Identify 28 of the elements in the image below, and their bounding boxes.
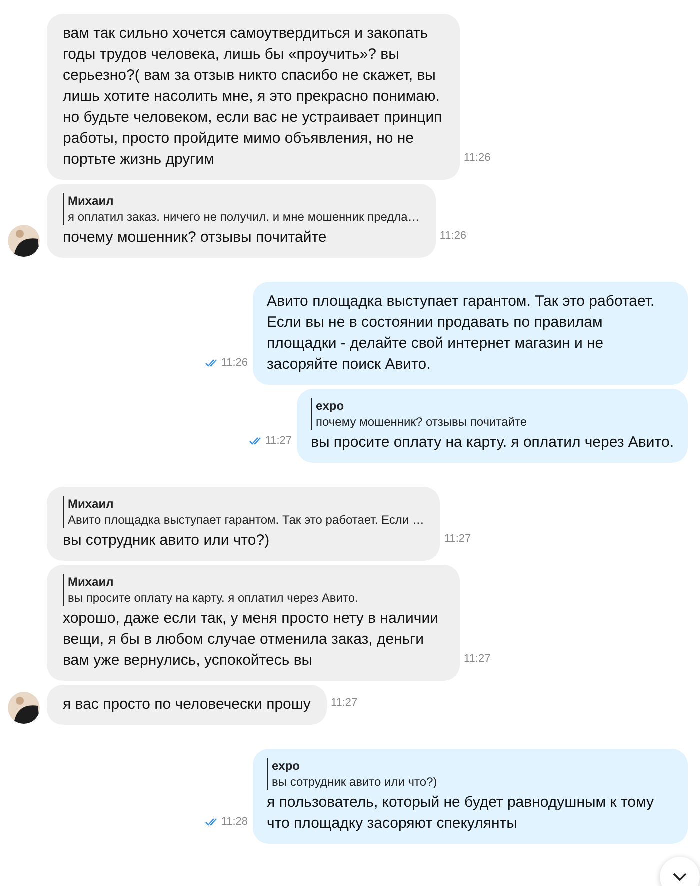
message-text: вы просите оплату на карту. я оплатил через Авито. <box>311 433 674 453</box>
message-time: 11:26 <box>464 150 491 166</box>
quoted-text: вы просите оплату на карту. я оплатил через Авито. <box>68 590 360 606</box>
quoted-text: Авито площадка выступает гарантом. Так это работает. Если … <box>68 512 424 528</box>
message-time: 11:26 <box>221 356 248 370</box>
message-text: почему мошенник? отзывы почитайте <box>63 228 328 248</box>
message-time: 11:27 <box>444 532 472 546</box>
message-text: вам так сильно хочется самоутвердиться и закопать годы трудов человека, лишь бы «проучить»? вы серьезно?( вам за отзыв никто спасибо не скажет, вы лишь хотите насолить мне, я это прекрасно понимаю. но будьте человеком, если вас не устраивает принцип работы, просто пройдите мимо объявления, но не портьте жизнь другим <box>63 24 444 170</box>
message-text: вы сотрудник авито или что?) <box>63 531 271 551</box>
message-text: я пользователь, который не будет равнодушным к тому что площадку засоряют спекулянты <box>267 793 655 834</box>
quote-author: Михаил <box>68 496 115 512</box>
quote-author: Михаил <box>68 193 115 209</box>
message-time: 11:26 <box>440 228 467 244</box>
scroll-down-button[interactable] <box>660 857 700 886</box>
quoted-text: почему мошенник? отзывы почитайте <box>316 414 528 430</box>
message-time: 11:27 <box>330 696 358 710</box>
message-time: 11:27 <box>464 652 491 666</box>
chevron-down-icon <box>673 873 687 881</box>
quoted-text: вы сотрудник авито или что?) <box>272 774 438 790</box>
message-text: я вас просто по человечески прошу <box>63 695 311 715</box>
quote-author: expo <box>272 758 302 774</box>
quote-author: expo <box>316 398 346 414</box>
message-time: 11:28 <box>221 814 248 830</box>
message-text: Авито площадка выступает гарантом. Так это работает. Если вы не в состоянии продавать по правилам площадки - делайте свой интернет магазин и не засоряйте поиск Авито. <box>267 292 656 375</box>
quoted-text: я оплатил заказ. ничего не получил. и мне мошенник предла… <box>68 209 420 225</box>
message-text: хорошо, даже если так, у меня просто нету в наличии вещи, я бы в любом случае отменила заказ, деньги вам уже вернулись, успокойтесь вы <box>63 609 440 671</box>
quote-author: Михаил <box>68 574 115 590</box>
message-time: 11:27 <box>265 434 292 448</box>
